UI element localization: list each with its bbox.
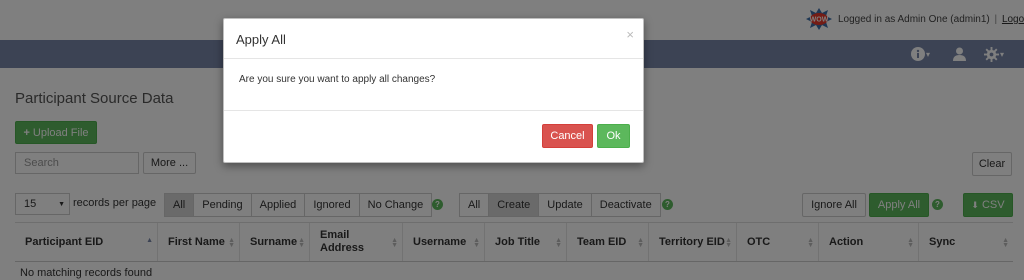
ok-button[interactable]: Ok — [597, 124, 630, 148]
cancel-button[interactable]: Cancel — [542, 124, 593, 148]
apply-all-dialog: Apply All × Are you sure you want to app… — [223, 18, 644, 163]
modal-title: Apply All — [236, 32, 286, 47]
modal-divider — [224, 110, 643, 111]
modal-message: Are you sure you want to apply all chang… — [239, 74, 436, 85]
close-icon[interactable]: × — [626, 27, 634, 42]
modal-header: Apply All × — [224, 19, 643, 59]
